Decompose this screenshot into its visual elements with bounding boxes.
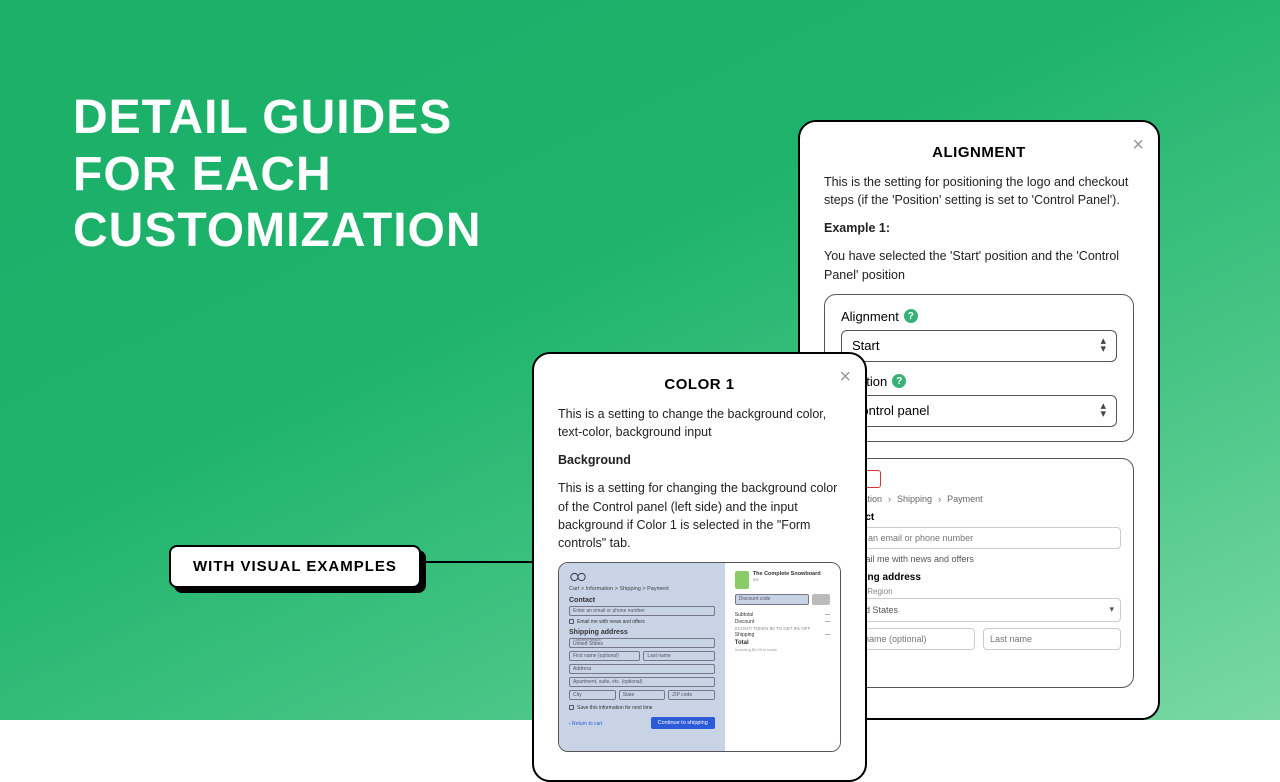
help-icon[interactable]: ? (892, 374, 906, 388)
product-thumbnail (735, 571, 749, 589)
contact-section-title: Contact (569, 597, 715, 604)
shipping-section-title: Shipping address (837, 572, 1121, 583)
apartment-field[interactable]: Apartment, suite, etc. (optional) (569, 677, 715, 687)
headline-line: DETAIL GUIDES (73, 90, 482, 147)
position-label: Position ? (841, 374, 1117, 389)
headline-line: CUSTOMIZATION (73, 203, 482, 260)
color-preview: Cart > Information > Shipping > Payment … (558, 562, 841, 752)
help-icon[interactable]: ? (904, 309, 918, 323)
email-field[interactable]: Enter an email or phone number (569, 606, 715, 616)
discount-code-field[interactable]: Discount code (735, 594, 809, 605)
badge-label: WITH VISUAL EXAMPLES (193, 558, 397, 575)
alignment-select[interactable]: Start ▴▾ (841, 330, 1117, 362)
last-name-field[interactable]: Last name (983, 628, 1121, 650)
card-intro: This is a setting to change the backgrou… (558, 405, 841, 441)
email-offers-checkbox[interactable]: Email me with news and offers (837, 554, 1121, 564)
guide-card-color1: × COLOR 1 This is a setting to change th… (532, 352, 867, 782)
example-text: You have selected the 'Start' position a… (824, 247, 1134, 283)
control-panel-preview: Cart > Information > Shipping > Payment … (559, 563, 725, 751)
card-intro: This is the setting for positioning the … (824, 173, 1134, 209)
rings-logo-icon (569, 571, 587, 583)
city-field[interactable]: City (569, 690, 616, 700)
card-title: ALIGNMENT (824, 144, 1134, 161)
country-label: Country/Region (837, 587, 1121, 596)
breadcrumb: Cart > Information > Shipping > Payment (569, 586, 715, 592)
visual-examples-badge: WITH VISUAL EXAMPLES (169, 545, 421, 588)
contact-section-title: Contact (837, 512, 1121, 523)
close-icon[interactable]: × (1132, 134, 1144, 157)
marketing-headline: DETAIL GUIDES FOR EACH CUSTOMIZATION (73, 90, 482, 260)
state-select[interactable]: State (619, 690, 666, 700)
return-link[interactable]: ‹ Return to cart (569, 721, 602, 727)
first-name-field[interactable]: First name (optional) (569, 651, 640, 661)
save-info-checkbox[interactable]: Save this information for next time (569, 705, 715, 711)
select-value: Start (852, 338, 879, 353)
subsection-text: This is a setting for changing the backg… (558, 479, 841, 552)
country-select[interactable]: Country/Region United States (569, 638, 715, 648)
order-summary-preview: The Complete Snowboard Ice Discount code… (725, 563, 840, 751)
shipping-section-title: Shipping address (569, 629, 715, 636)
subsection-title: Background (558, 451, 841, 469)
product-name: The Complete Snowboard (753, 571, 821, 577)
chevron-down-icon: ▾ (1109, 604, 1114, 615)
example-label: Example 1: (824, 219, 1134, 237)
email-offers-checkbox[interactable]: Email me with news and offers (569, 619, 715, 625)
chevron-updown-icon: ▴▾ (1100, 403, 1106, 418)
alignment-label: Alignment ? (841, 309, 1117, 324)
continue-button[interactable]: Continue to shipping (651, 717, 715, 729)
settings-panel: Alignment ? Start ▴▾ Position ? Control … (824, 294, 1134, 442)
zip-field[interactable]: ZIP code (668, 690, 715, 700)
product-variant: Ice (753, 577, 821, 582)
alignment-preview: Information› Shipping› Payment Contact E… (824, 458, 1134, 688)
apply-discount-button[interactable] (812, 594, 830, 605)
chevron-updown-icon: ▴▾ (1100, 338, 1106, 353)
country-select[interactable]: United States ▾ (837, 598, 1121, 622)
position-select[interactable]: Control panel ▴▾ (841, 395, 1117, 427)
breadcrumb: Information› Shipping› Payment (837, 494, 1121, 504)
last-name-field[interactable]: Last name (643, 651, 714, 661)
close-icon[interactable]: × (839, 366, 851, 389)
email-field[interactable]: Enter an email or phone number (837, 527, 1121, 549)
headline-line: FOR EACH (73, 147, 482, 204)
card-title: COLOR 1 (558, 376, 841, 393)
tax-note: Including $0.00 in taxes (735, 647, 830, 652)
address-field[interactable]: Address (569, 664, 715, 674)
